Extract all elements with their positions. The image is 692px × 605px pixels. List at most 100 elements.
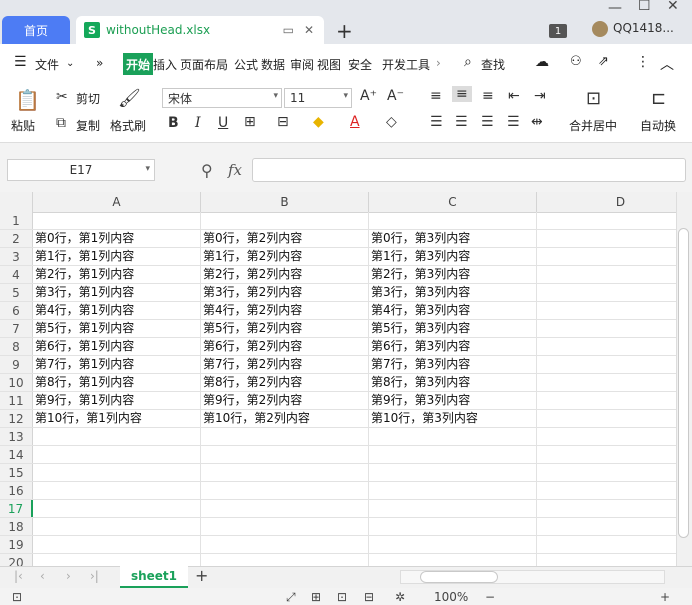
fill-color-icon[interactable]: ◆ — [313, 114, 324, 130]
row-header[interactable]: 5 — [0, 284, 33, 301]
copy-button[interactable]: 复制 — [76, 117, 100, 134]
align-right-icon[interactable]: ☰ — [481, 114, 494, 130]
row-header[interactable]: 9 — [0, 356, 33, 373]
cell[interactable] — [369, 482, 537, 499]
cell[interactable]: 第1行，第1列内容 — [33, 248, 201, 265]
zoom-out-button[interactable]: − — [485, 590, 495, 604]
cell[interactable] — [537, 320, 676, 337]
cell[interactable]: 第5行，第1列内容 — [33, 320, 201, 337]
cell[interactable]: 第6行，第3列内容 — [369, 338, 537, 355]
cell[interactable] — [33, 554, 201, 566]
cell[interactable] — [537, 338, 676, 355]
cell[interactable] — [537, 500, 676, 517]
menu-scroll-right-icon[interactable]: › — [436, 56, 441, 70]
eraser-icon[interactable]: ◇ — [386, 114, 397, 130]
pin-window-icon[interactable]: ▭ — [283, 23, 294, 37]
cell[interactable] — [537, 518, 676, 535]
page-break-view-icon[interactable]: ⊡ — [337, 590, 347, 604]
menu-page-layout[interactable]: 页面布局 — [180, 56, 228, 73]
menu-developer[interactable]: 开发工具 — [382, 56, 430, 73]
cell[interactable] — [369, 500, 537, 517]
align-center-icon[interactable]: ☰ — [455, 114, 468, 130]
wrap-text-icon[interactable]: ⊏ — [651, 88, 666, 109]
cell[interactable]: 第10行，第2列内容 — [201, 410, 369, 427]
paste-button[interactable]: 粘贴 — [11, 117, 35, 134]
cell[interactable]: 第2行，第3列内容 — [369, 266, 537, 283]
cell[interactable] — [201, 446, 369, 463]
cell[interactable]: 第3行，第1列内容 — [33, 284, 201, 301]
cell[interactable] — [369, 464, 537, 481]
cut-button[interactable]: 剪切 — [76, 90, 100, 107]
cell[interactable] — [537, 410, 676, 427]
cell[interactable]: 第9行，第3列内容 — [369, 392, 537, 409]
eye-protection-icon[interactable]: ✲ — [395, 590, 405, 604]
cell[interactable]: 第5行，第3列内容 — [369, 320, 537, 337]
last-sheet-icon[interactable]: ›| — [90, 569, 99, 583]
macro-icon[interactable]: ⊡ — [12, 590, 22, 604]
cell[interactable]: 第7行，第2列内容 — [201, 356, 369, 373]
cell[interactable]: 第0行，第2列内容 — [201, 230, 369, 247]
align-bottom-icon[interactable]: ≡ — [482, 88, 494, 104]
cell[interactable] — [33, 428, 201, 445]
cell[interactable]: 第6行，第1列内容 — [33, 338, 201, 355]
justify-icon[interactable]: ☰ — [507, 114, 520, 130]
cell[interactable]: 第9行，第1列内容 — [33, 392, 201, 409]
row-header[interactable]: 18 — [0, 518, 33, 535]
horizontal-scroll-thumb[interactable] — [420, 571, 498, 583]
menu-data[interactable]: 数据 — [261, 56, 285, 73]
cell[interactable]: 第8行，第3列内容 — [369, 374, 537, 391]
cell[interactable] — [537, 356, 676, 373]
row-header[interactable]: 13 — [0, 428, 33, 445]
increase-indent-icon[interactable]: ⇥ — [534, 88, 546, 104]
column-header-b[interactable]: B — [201, 192, 369, 212]
cell[interactable]: 第3行，第3列内容 — [369, 284, 537, 301]
merge-center-button[interactable]: 合并居中 — [569, 117, 617, 134]
cell[interactable] — [33, 518, 201, 535]
maximize-icon[interactable]: ☐ — [638, 0, 651, 14]
underline-icon[interactable]: U — [218, 115, 228, 131]
align-top-icon[interactable]: ≡ — [430, 88, 442, 104]
row-header[interactable]: 16 — [0, 482, 33, 499]
cell[interactable] — [537, 446, 676, 463]
first-sheet-icon[interactable]: |‹ — [14, 569, 23, 583]
copy-icon[interactable]: ⧉ — [56, 115, 66, 131]
cell[interactable]: 第2行，第1列内容 — [33, 266, 201, 283]
align-left-icon[interactable]: ☰ — [430, 114, 443, 130]
cell[interactable]: 第7行，第3列内容 — [369, 356, 537, 373]
row-header[interactable]: 12 — [0, 410, 33, 427]
share-icon[interactable]: ⇗ — [598, 54, 609, 69]
menu-view[interactable]: 视图 — [317, 56, 341, 73]
normal-view-icon[interactable]: ⊞ — [311, 590, 321, 604]
cell[interactable] — [369, 212, 537, 229]
search-icon[interactable]: ⌕ — [464, 54, 472, 70]
cell[interactable] — [33, 536, 201, 553]
home-tab[interactable]: 首页 — [2, 16, 70, 44]
cell[interactable] — [537, 482, 676, 499]
cell[interactable] — [369, 428, 537, 445]
row-header[interactable]: 19 — [0, 536, 33, 553]
cell[interactable] — [201, 482, 369, 499]
close-tab-icon[interactable]: ✕ — [304, 23, 314, 37]
cell[interactable] — [537, 248, 676, 265]
cell[interactable]: 第5行，第2列内容 — [201, 320, 369, 337]
row-header[interactable]: 10 — [0, 374, 33, 391]
cell[interactable]: 第10行，第1列内容 — [33, 410, 201, 427]
bold-icon[interactable]: B — [168, 115, 179, 131]
collapse-ribbon-icon[interactable]: ︿ — [660, 54, 674, 74]
cell[interactable] — [201, 536, 369, 553]
name-box[interactable]: E17 ▾ — [7, 159, 155, 181]
row-header[interactable]: 17 — [0, 500, 33, 517]
zoom-in-button[interactable]: + — [660, 590, 670, 604]
minimize-icon[interactable]: — — [608, 0, 622, 16]
cell[interactable] — [33, 446, 201, 463]
cloud-icon[interactable]: ☁ — [535, 54, 549, 70]
menu-formula[interactable]: 公式 — [234, 56, 258, 73]
cell[interactable] — [537, 266, 676, 283]
cell[interactable] — [369, 554, 537, 566]
search-button[interactable]: 查找 — [481, 56, 505, 73]
cell[interactable] — [537, 374, 676, 391]
font-name-select[interactable]: 宋体 ▾ — [162, 88, 282, 108]
cell[interactable]: 第0行，第1列内容 — [33, 230, 201, 247]
row-header[interactable]: 1 — [0, 212, 33, 229]
hamburger-menu-icon[interactable]: ☰ — [14, 54, 27, 70]
